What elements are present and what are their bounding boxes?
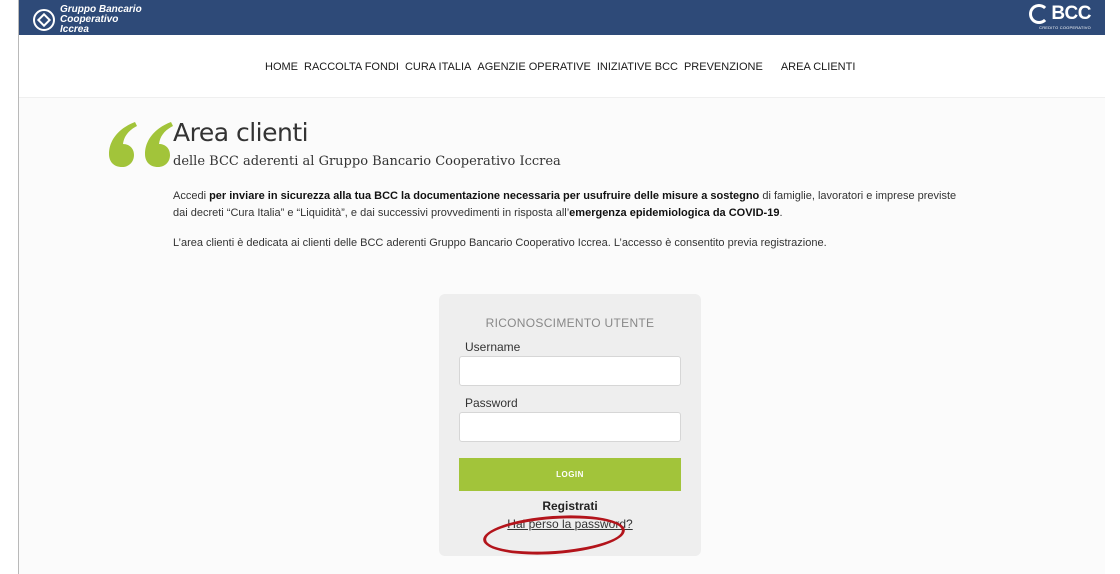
- iccrea-logo-icon: [33, 9, 55, 31]
- bcc-circle-icon: [1029, 4, 1050, 24]
- main-content: Area clienti delle BCC aderenti al Grupp…: [19, 98, 1105, 574]
- password-label: Password: [465, 396, 518, 410]
- quote-mark-icon: [109, 122, 173, 167]
- nav-cura-italia[interactable]: CURA ITALIA: [405, 61, 471, 73]
- username-input[interactable]: [459, 356, 681, 386]
- nav-prevenzione[interactable]: PREVENZIONE: [684, 61, 763, 73]
- main-nav: HOME RACCOLTA FONDI CURA ITALIA AGENZIE …: [19, 35, 1105, 98]
- login-panel: RICONOSCIMENTO UTENTE Username Password …: [439, 294, 701, 556]
- username-label: Username: [465, 340, 521, 354]
- password-input[interactable]: [459, 412, 681, 442]
- bcc-logo-text: BCC: [1051, 3, 1091, 24]
- page-title: Area clienti: [173, 118, 309, 147]
- info-paragraph: L’area clienti è dedicata ai clienti del…: [173, 237, 827, 249]
- forgot-password-link[interactable]: Hai perso la password?: [439, 517, 701, 531]
- nav-area-clienti[interactable]: AREA CLIENTI: [781, 61, 856, 73]
- login-button[interactable]: LOGIN: [459, 458, 681, 491]
- nav-iniziative-bcc[interactable]: INIZIATIVE BCC: [597, 61, 678, 73]
- page-frame: Gruppo Bancario Cooperativo Iccrea BCC C…: [18, 0, 1105, 574]
- brand-line-2: Cooperativo Iccrea: [60, 14, 119, 35]
- bcc-logo-subtitle: CREDITO COOPERATIVO: [1039, 25, 1091, 30]
- top-bar: Gruppo Bancario Cooperativo Iccrea BCC C…: [19, 0, 1105, 35]
- register-link[interactable]: Registrati: [439, 499, 701, 513]
- intro-paragraph: Accedi per inviare in sicurezza alla tua…: [173, 190, 957, 219]
- nav-agenzie-operative[interactable]: AGENZIE OPERATIVE: [477, 61, 591, 73]
- nav-raccolta-fondi[interactable]: RACCOLTA FONDI: [304, 61, 399, 73]
- brand-logo[interactable]: Gruppo Bancario Cooperativo Iccrea: [33, 5, 150, 35]
- nav-home[interactable]: HOME: [265, 61, 298, 73]
- login-title: RICONOSCIMENTO UTENTE: [485, 316, 655, 330]
- page-subtitle: delle BCC aderenti al Gruppo Bancario Co…: [173, 154, 561, 169]
- bcc-logo[interactable]: BCC CREDITO COOPERATIVO: [1029, 3, 1091, 30]
